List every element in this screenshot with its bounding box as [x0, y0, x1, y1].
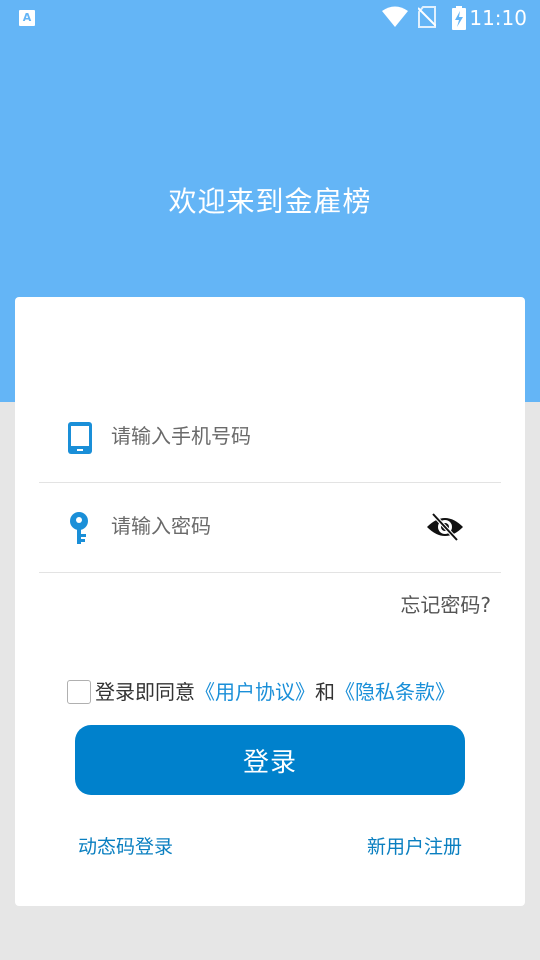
eye-off-icon[interactable]: [425, 512, 465, 542]
status-bar: A 11:10: [0, 0, 540, 36]
agreement-prefix: 登录即同意: [95, 680, 195, 704]
register-link[interactable]: 新用户注册: [367, 832, 462, 859]
status-time: 11:10: [469, 6, 527, 30]
user-agreement-link[interactable]: 《用户协议》: [195, 680, 315, 704]
forgot-password-link[interactable]: 忘记密码?: [400, 589, 491, 618]
login-button[interactable]: 登录: [75, 725, 465, 795]
no-sim-icon: [418, 6, 436, 28]
agreement-text: 登录即同意《用户协议》和《隐私条款》: [95, 678, 455, 706]
agreement-checkbox[interactable]: [67, 680, 91, 704]
password-input[interactable]: [111, 506, 411, 546]
battery-charging-icon: [452, 6, 466, 30]
app-notification-icon: A: [19, 10, 35, 26]
privacy-policy-link[interactable]: 《隐私条款》: [335, 680, 455, 704]
phone-input[interactable]: [111, 416, 411, 456]
password-field-row: [39, 482, 501, 573]
welcome-title: 欢迎来到金雇榜: [168, 185, 372, 218]
key-icon: [70, 512, 88, 544]
agreement-and: 和: [315, 680, 335, 704]
phone-field-row: [39, 392, 501, 483]
phone-icon: [68, 422, 92, 454]
wifi-icon: [382, 6, 408, 27]
login-card: 忘记密码? 登录即同意《用户协议》和《隐私条款》 登录 动态码登录 新用户注册: [15, 297, 525, 906]
dynamic-code-login-link[interactable]: 动态码登录: [78, 832, 173, 859]
